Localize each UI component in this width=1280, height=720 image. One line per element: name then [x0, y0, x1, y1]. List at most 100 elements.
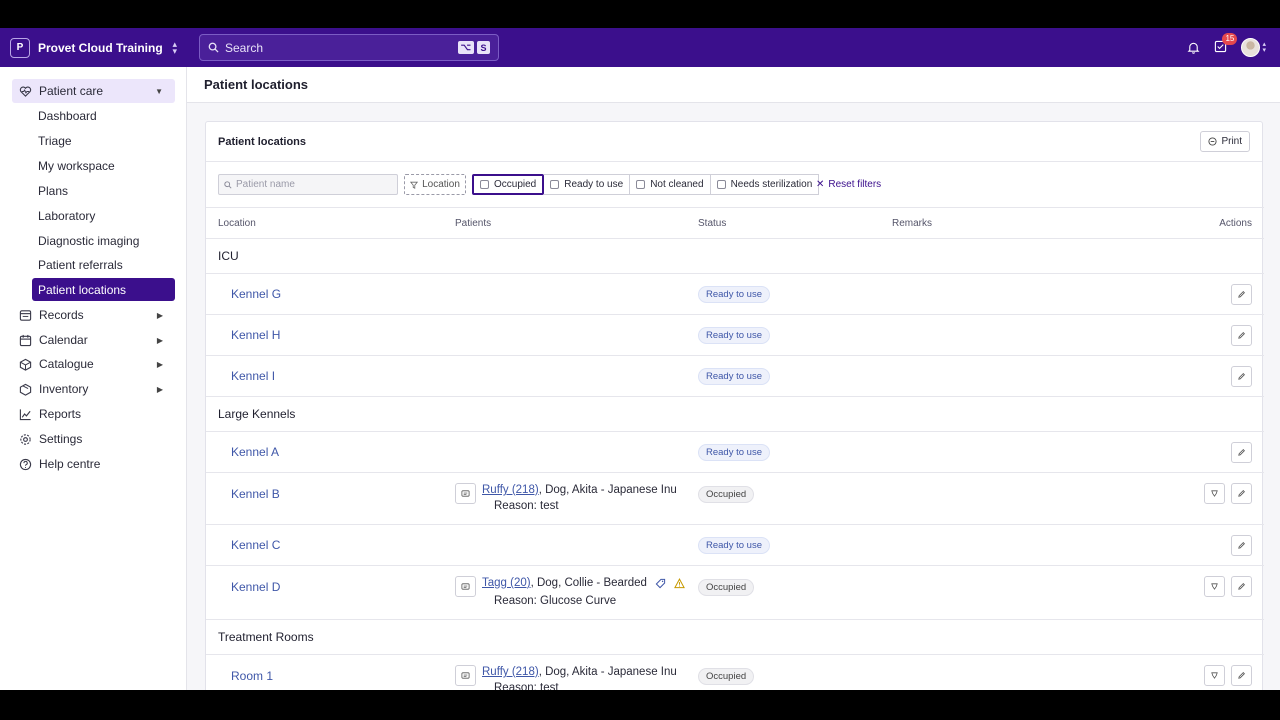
filter-label: Occupied	[494, 179, 537, 190]
sidebar-item-dashboard[interactable]: Dashboard	[32, 104, 175, 127]
location-filter-label: Location	[422, 179, 460, 190]
letterbox-bottom	[0, 690, 1280, 720]
search-input[interactable]: Search ⌥ S	[199, 34, 499, 61]
edit-button[interactable]	[1231, 665, 1252, 686]
discharge-button[interactable]	[1204, 483, 1225, 504]
edit-button[interactable]	[1231, 442, 1252, 463]
patient-description: , Dog, Akita - Japanese Inu	[538, 484, 677, 496]
card-header: Patient locations	[206, 122, 1262, 162]
filter-label: Not cleaned	[650, 179, 704, 190]
filter-label: Needs sterilization	[730, 179, 813, 190]
sidebar-item-records[interactable]: Records ▶	[12, 303, 175, 327]
user-menu[interactable]: ▴ ▾	[1241, 38, 1266, 57]
sidebar-item-patient-care[interactable]: Patient care ▼	[12, 79, 175, 103]
patient-link[interactable]: Tagg (20)	[482, 577, 531, 589]
patient-card-button[interactable]	[455, 576, 476, 597]
tasks-button[interactable]: 15	[1214, 32, 1238, 56]
tag-icon[interactable]	[655, 578, 666, 589]
sidebar-item-reports[interactable]: Reports	[12, 402, 175, 426]
org-badge: P	[10, 37, 30, 58]
column-header-remarks: Remarks	[892, 218, 933, 229]
page-header: Patient locations	[187, 67, 1280, 103]
discharge-button[interactable]	[1204, 576, 1225, 597]
search-icon	[208, 42, 219, 53]
group-row-icu: ICU	[206, 239, 1264, 274]
table-row: Kennel G Ready to use	[206, 274, 1264, 315]
edit-button[interactable]	[1231, 284, 1252, 305]
bell-icon[interactable]	[1187, 41, 1200, 54]
location-link[interactable]: Kennel I	[231, 369, 275, 383]
sidebar-item-settings[interactable]: Settings	[12, 427, 175, 451]
sidebar-item-label: Calendar	[39, 333, 88, 347]
patient-info: Ruffy (218), Dog, Akita - Japanese Inu	[482, 484, 677, 496]
sidebar-item-label: Settings	[39, 432, 83, 446]
records-icon	[18, 308, 32, 322]
location-link[interactable]: Kennel C	[231, 538, 280, 552]
edit-button[interactable]	[1231, 325, 1252, 346]
print-label: Print	[1221, 136, 1242, 147]
location-link[interactable]: Kennel B	[231, 487, 280, 501]
sidebar-item-label: Reports	[39, 407, 82, 421]
edit-button[interactable]	[1231, 366, 1252, 387]
group-row-large-kennels: Large Kennels	[206, 397, 1264, 432]
sidebar-item-my-workspace[interactable]: My workspace	[32, 154, 175, 177]
status-badge: Occupied	[698, 579, 755, 596]
location-link[interactable]: Room 1	[231, 669, 273, 683]
table-row: Kennel D Tagg (20), Dog, Collie - Bearde…	[206, 566, 1264, 620]
sidebar-item-inventory[interactable]: Inventory ▶	[12, 377, 175, 401]
patient-card-button[interactable]	[455, 665, 476, 686]
status-badge: Ready to use	[698, 327, 770, 344]
edit-button[interactable]	[1231, 483, 1252, 504]
print-button[interactable]: Print	[1200, 131, 1250, 152]
pencil-icon	[1238, 672, 1245, 679]
checkbox[interactable]	[636, 180, 646, 189]
warning-icon[interactable]	[674, 577, 685, 589]
checkbox[interactable]	[716, 180, 726, 189]
sidebar-item-label: Patient care	[39, 84, 104, 98]
checkbox[interactable]	[480, 180, 489, 189]
filter-label: Ready to use	[564, 179, 624, 190]
patient-card-button[interactable]	[455, 483, 476, 504]
sidebar-item-catalogue[interactable]: Catalogue ▶	[12, 352, 175, 376]
status-badge: Ready to use	[698, 368, 770, 385]
sidebar-item-patient-locations[interactable]: Patient locations	[32, 278, 175, 301]
chart-line-icon	[18, 407, 32, 421]
sidebar-item-plans[interactable]: Plans	[32, 179, 175, 202]
page-title: Patient locations	[204, 77, 309, 92]
heart-pulse-icon	[18, 84, 32, 98]
location-filter-button[interactable]: Location	[404, 174, 466, 195]
pencil-icon	[1238, 583, 1245, 590]
top-actions: 15 ▴ ▾	[1187, 28, 1266, 67]
search-icon	[224, 180, 232, 189]
discharge-button[interactable]	[1204, 665, 1225, 686]
pencil-icon	[1238, 332, 1245, 339]
patient-info: Ruffy (218), Dog, Akita - Japanese Inu	[482, 666, 677, 678]
location-link[interactable]: Kennel A	[231, 445, 279, 459]
patient-link[interactable]: Ruffy (218)	[482, 484, 539, 496]
sidebar-item-patient-referrals[interactable]: Patient referrals	[32, 253, 175, 276]
location-link[interactable]: Kennel H	[231, 328, 280, 342]
filter-ready-to-use[interactable]: Ready to use	[544, 174, 631, 195]
org-switcher[interactable]: P Provet Cloud Training ▴ ▾	[0, 37, 187, 58]
reset-filters-button[interactable]: ✕ Reset filters	[816, 174, 881, 195]
patient-link[interactable]: Ruffy (218)	[482, 666, 539, 678]
search-label: Search	[225, 40, 264, 55]
location-link[interactable]: Kennel G	[231, 287, 281, 301]
location-link[interactable]: Kennel D	[231, 580, 280, 594]
sidebar-item-calendar[interactable]: Calendar ▶	[12, 328, 175, 352]
edit-button[interactable]	[1231, 576, 1252, 597]
edit-button[interactable]	[1231, 535, 1252, 556]
patient-name-input[interactable]: Patient name	[218, 174, 398, 195]
patient-reason: Reason: test	[494, 500, 559, 512]
sidebar-item-help-centre[interactable]: Help centre	[12, 452, 175, 476]
filter-not-cleaned[interactable]: Not cleaned	[630, 174, 711, 195]
filter-occupied[interactable]: Occupied	[472, 174, 545, 195]
checkbox[interactable]	[550, 180, 560, 189]
filter-needs-sterilization[interactable]: Needs sterilization	[710, 174, 820, 195]
table-row: Kennel A Ready to use	[206, 432, 1264, 473]
pencil-icon	[1238, 542, 1245, 549]
sidebar-item-laboratory[interactable]: Laboratory	[32, 204, 175, 227]
reset-filters-label: Reset filters	[828, 179, 882, 190]
sidebar-item-diagnostic-imaging[interactable]: Diagnostic imaging	[32, 229, 175, 252]
sidebar-item-triage[interactable]: Triage	[32, 129, 175, 152]
